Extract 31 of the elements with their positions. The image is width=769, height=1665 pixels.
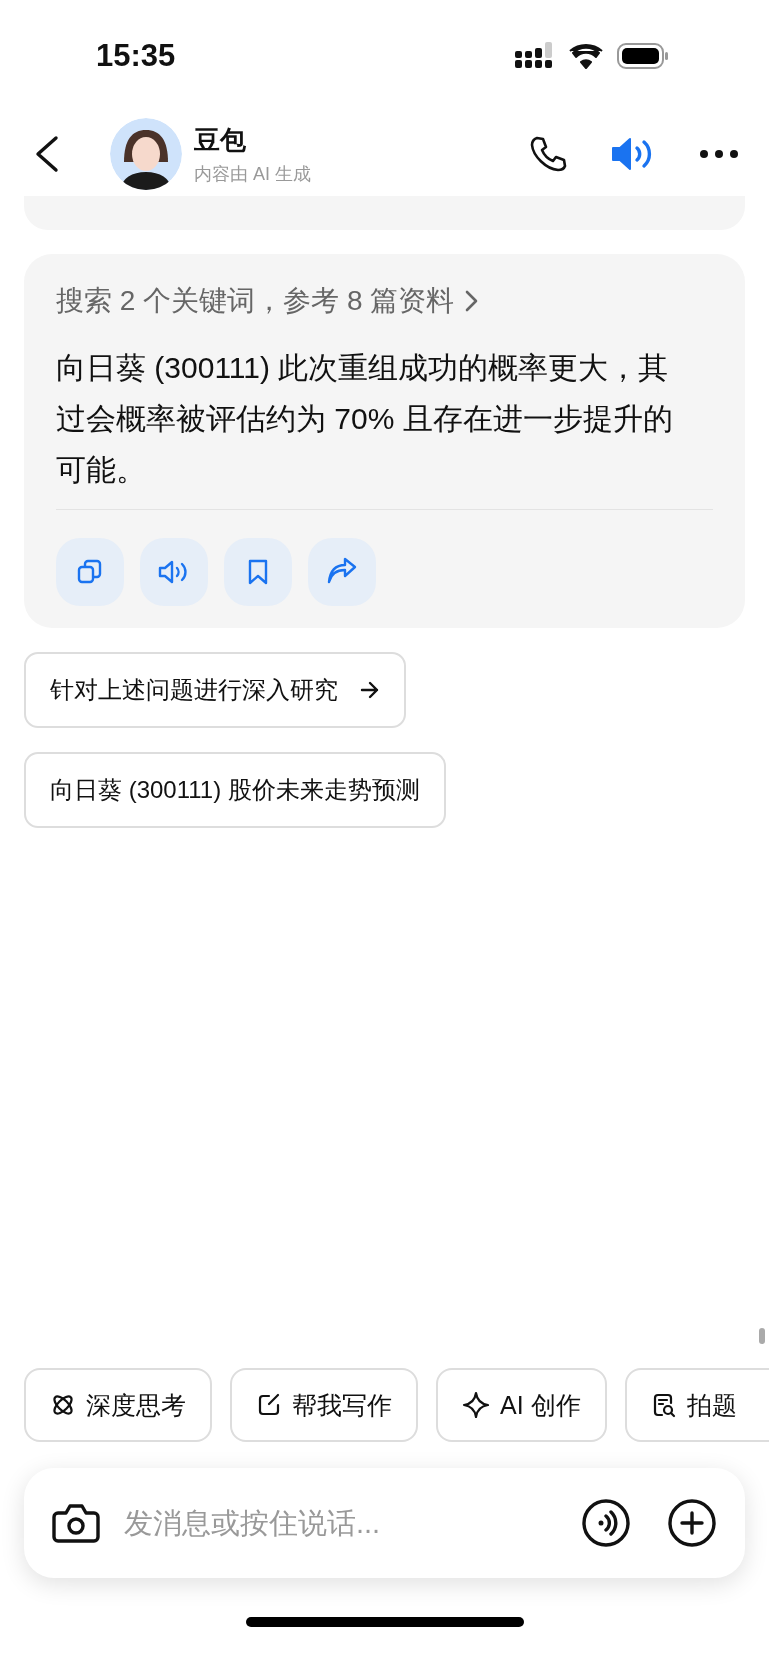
atom-icon <box>50 1392 76 1418</box>
tool-chip[interactable]: 深度思考 <box>24 1368 212 1442</box>
camera-icon[interactable] <box>52 1501 100 1545</box>
edit-icon <box>256 1392 282 1418</box>
voice-icon[interactable] <box>581 1498 631 1548</box>
sparkle-icon <box>462 1391 490 1419</box>
avatar-icon[interactable] <box>110 118 182 190</box>
tool-chip[interactable]: AI 创作 <box>436 1368 607 1442</box>
phone-icon[interactable] <box>529 135 567 173</box>
bookmark-button[interactable] <box>224 538 292 606</box>
chat-title: 豆包 <box>194 123 247 157</box>
share-button[interactable] <box>308 538 376 606</box>
sources-link[interactable]: 搜索 2 个关键词，参考 8 篇资料 <box>56 282 479 320</box>
suggestion-chip[interactable]: 向日葵 (300111) 股价未来走势预测 <box>24 752 446 828</box>
wifi-icon <box>569 43 603 69</box>
status-time: 15:35 <box>96 38 176 74</box>
chat-subtitle: 内容由 AI 生成 <box>194 162 312 186</box>
more-icon[interactable] <box>699 149 739 159</box>
copy-button[interactable] <box>56 538 124 606</box>
chevron-right-icon <box>464 289 479 313</box>
arrow-right-icon <box>360 681 380 699</box>
battery-icon <box>617 43 669 69</box>
add-icon[interactable] <box>667 1498 717 1548</box>
suggestion-chip[interactable]: 针对上述问题进行深入研究 <box>24 652 406 728</box>
signal-icon <box>515 42 555 70</box>
message-text: 向日葵 (300111) 此次重组成功的概率更大，其过会概率被评估约为 70% 且存在进一步提升的可能。 <box>56 350 674 488</box>
tool-chip[interactable]: 帮我写作 <box>230 1368 418 1442</box>
scroll-indicator <box>759 1328 765 1344</box>
tool-chip[interactable]: 拍题 <box>624 1368 769 1442</box>
speak-button[interactable] <box>140 538 208 606</box>
message-field[interactable]: 发消息或按住说话... <box>122 1505 559 1541</box>
